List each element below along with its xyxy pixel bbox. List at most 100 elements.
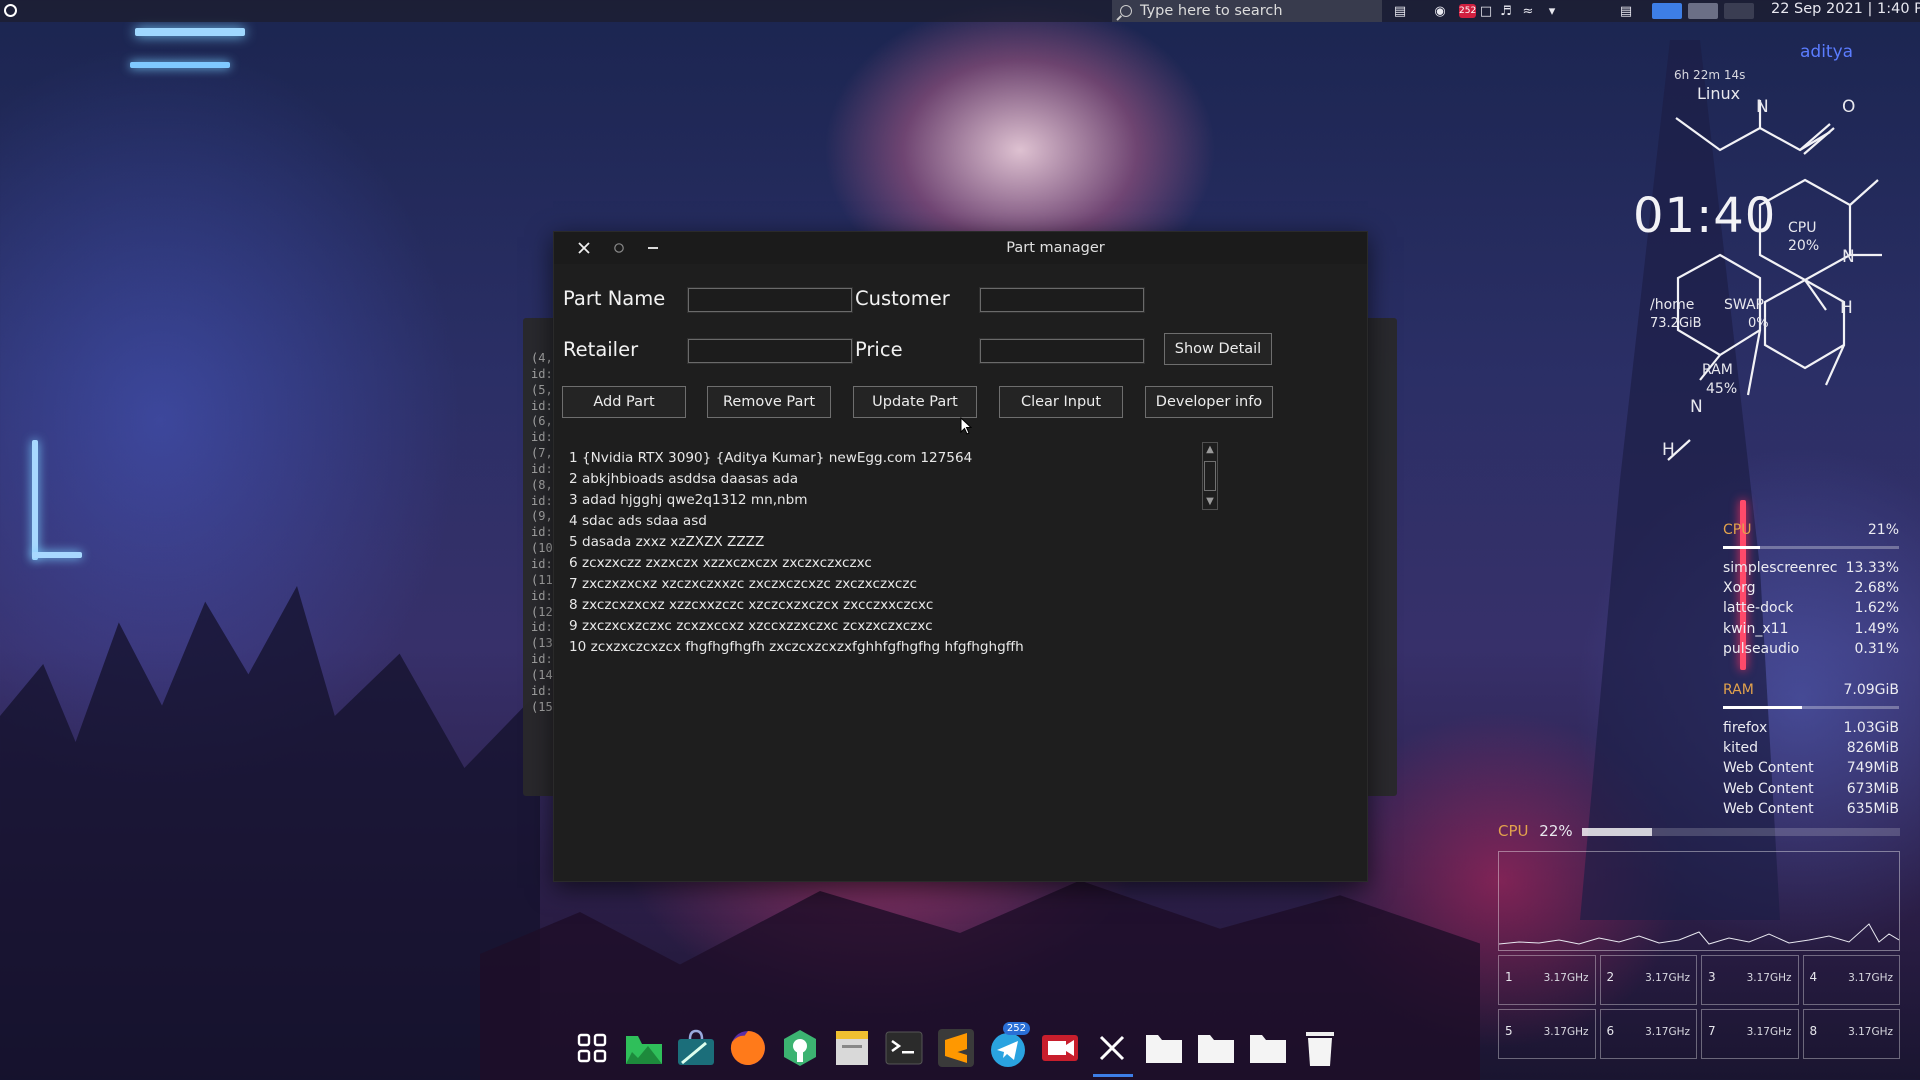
terminal-line: id: [531,493,553,508]
process-value: 1.03GiB [1843,720,1899,736]
hex-home-value: 73.2GiB [1650,316,1702,331]
core-frequency: 3.17GHz [1645,972,1690,984]
list-item[interactable]: 1 {Nvidia RTX 3090} {Aditya Kumar} newEg… [569,448,1349,469]
terminal-line: (11 [531,572,553,587]
files-green-icon[interactable] [622,1026,666,1070]
archive-icon[interactable] [830,1026,874,1070]
folder-icon[interactable] [1142,1026,1186,1070]
chevron-down-icon[interactable]: ▾ [1544,3,1560,19]
app-menu-icon[interactable] [4,4,17,17]
cpu-core-grid: 1 3.17GHz 2 3.17GHz 3 3.17GHz 4 3.17GHz 5 3.17GHz… [1498,955,1900,1059]
customer-input[interactable] [979,287,1145,313]
list-item[interactable]: 6 zcxzxczz zxzxczx xzzxczxczx zxczxczxcz… [569,553,1349,574]
app-grid-icon[interactable] [570,1026,614,1070]
terminal-line: (13 [531,636,553,651]
notification-badge[interactable]: 252 [1459,4,1477,18]
screen-recorder-icon[interactable] [1038,1026,1082,1070]
core-frequency: 3.17GHz [1848,972,1893,984]
process-name: pulseaudio [1723,640,1800,657]
wifi-icon[interactable]: ≈ [1520,3,1536,19]
panel-clock[interactable]: 22 Sep 2021 | 1:40 PM [1771,1,1920,17]
terminal-icon[interactable] [882,1026,926,1070]
search-box[interactable]: Type here to search [1112,0,1382,22]
neon-bar-decoration [32,552,82,558]
cpu-graph-label: CPU 22% [1498,822,1573,840]
process-row: Xorg 2.68% [1723,580,1899,596]
clear-input-button[interactable]: Clear Input [999,386,1123,418]
scroll-up-arrow[interactable]: ▲ [1205,444,1215,456]
scroll-thumb[interactable] [1204,461,1216,491]
process-name: Web Content [1723,760,1814,777]
sublime-icon[interactable] [934,1026,978,1070]
process-value: 1.49% [1854,620,1899,637]
list-item[interactable]: 4 sdac ads sdaa asd [569,511,1349,532]
list-item[interactable]: 8 zxczcxzxcxz xzzcxxzczc xzczcxzxczcx zx… [569,595,1349,616]
parts-listbox[interactable]: 1 {Nvidia RTX 3090} {Aditya Kumar} newEg… [569,448,1349,868]
camera-icon[interactable]: ◉ [1432,3,1448,19]
telegram-badge: 252 [1002,1022,1030,1035]
atom-n-label: N [1842,247,1855,267]
terminal-line: id: [531,588,553,603]
latte-dock: 252 [560,1018,1358,1077]
list-item[interactable]: 2 abkjhbioads asddsa daasas ada [569,469,1349,490]
terminal-line: id: [531,652,553,667]
active-indicator [1093,1074,1133,1077]
bag-icon[interactable] [674,1026,718,1070]
window-list-icon[interactable]: ▤ [1618,3,1634,19]
process-row: pulseaudio 0.31% [1723,641,1899,657]
update-part-button[interactable]: Update Part [853,386,977,418]
customer-label: Customer [855,287,950,310]
folder-icon[interactable] [1194,1026,1238,1070]
cpu-core-cell: 1 3.17GHz [1498,955,1596,1005]
desktop-pager-2[interactable] [1688,3,1718,19]
process-row: firefox 1.03GiB [1723,720,1899,736]
core-frequency: 3.17GHz [1746,1026,1792,1038]
cpu-core-cell: 2 3.17GHz [1599,955,1697,1005]
window-titlebar[interactable]: Part manager [554,232,1367,264]
desktop-pager-3[interactable] [1724,3,1754,19]
retailer-input[interactable] [687,338,853,364]
screen-capture-icon[interactable]: ▤ [1392,3,1408,19]
volume-icon[interactable]: ♬ [1498,3,1514,19]
desktop-pager-1[interactable] [1652,3,1682,19]
list-item[interactable]: 7 zxczxzxcxz xzczxczxxzc zxczxczcxzc zxc… [569,574,1349,595]
listbox-scrollbar[interactable]: ▲ ▼ [1202,442,1218,510]
cpu-label: CPU [1723,522,1752,538]
core-number: 1 [1505,970,1513,984]
cpu-usage-fill [1723,546,1760,549]
ram-summary-row: RAM 7.09GiB [1723,682,1899,698]
list-item[interactable]: 5 dasada zxxz xzZXZX ZZZZ [569,532,1349,553]
add-part-button[interactable]: Add Part [562,386,686,418]
list-item[interactable]: 3 adad hjgghj qwe2q1312 mn,nbm [569,490,1349,511]
close-x-icon[interactable] [1090,1026,1134,1070]
terminal-line: id: [531,620,553,635]
terminal-line: id: [531,461,553,476]
atom-n-label: N [1756,97,1769,117]
atom-h-label: H [1840,298,1853,318]
remove-part-button[interactable]: Remove Part [707,386,831,418]
telegram-icon[interactable]: 252 [986,1022,1030,1070]
clipboard-icon[interactable]: □ [1478,3,1494,19]
developer-info-button[interactable]: Developer info [1145,386,1273,418]
hex-cpu-label: CPU [1788,220,1817,236]
ram-usage-fill [1723,706,1803,709]
trash-icon[interactable] [1298,1026,1342,1070]
part-name-input[interactable] [687,287,853,313]
price-input[interactable] [979,338,1145,364]
search-placeholder: Type here to search [1140,3,1283,19]
core-frequency: 3.17GHz [1746,972,1792,984]
show-detail-button[interactable]: Show Detail [1164,333,1272,365]
terminal-line: (12 [531,604,553,619]
process-name: kited [1723,740,1758,757]
part-manager-window: Part manager Part Name Customer Retailer… [553,231,1368,882]
atom-n-label: N [1690,397,1703,417]
firefox-icon[interactable] [726,1026,770,1070]
core-frequency: 3.17GHz [1543,1026,1589,1038]
steam-like-icon[interactable] [778,1026,822,1070]
folder-icon[interactable] [1246,1026,1290,1070]
list-item[interactable]: 9 zxczxcxzczxc zcxzxccxz xzccxzzxczxc zc… [569,616,1349,637]
scroll-down-arrow[interactable]: ▼ [1205,496,1215,508]
list-item[interactable]: 10 zcxzxczcxzcx fhgfhgfhgfh zxczcxzcxzxf… [569,637,1349,658]
cpu-core-cell: 3 3.17GHz [1701,955,1799,1005]
process-name: latte-dock [1723,600,1794,617]
